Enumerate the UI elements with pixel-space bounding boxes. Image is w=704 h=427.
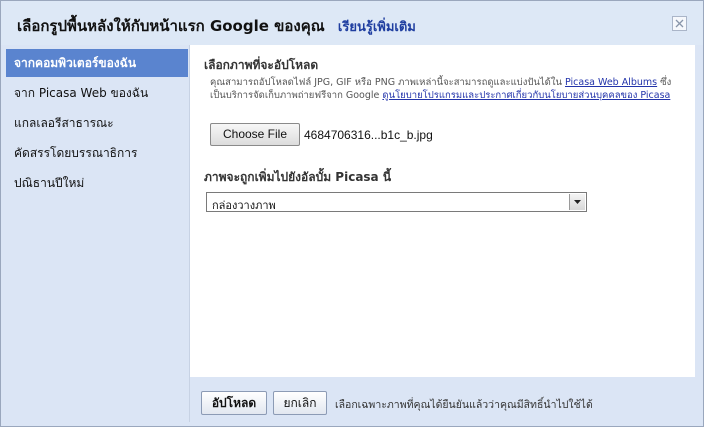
sidebar-item-picasa-web[interactable]: จาก Picasa Web ของฉัน xyxy=(6,79,188,107)
source-sidebar: จากคอมพิวเตอร์ของฉัน จาก Picasa Web ของฉ… xyxy=(6,45,188,422)
album-selected-value: กล่องวางภาพ xyxy=(212,199,276,212)
selected-file-name: 4684706316...b1c_b.jpg xyxy=(304,128,433,142)
picasa-web-albums-link[interactable]: Picasa Web Albums xyxy=(565,77,657,88)
sidebar-item-new-year-resolutions[interactable]: ปณิธานปีใหม่ xyxy=(6,169,188,197)
album-heading: ภาพจะถูกเพิ่มไปยังอัลบั้ม Picasa นี้ xyxy=(204,170,392,184)
sidebar-item-my-computer[interactable]: จากคอมพิวเตอร์ของฉัน xyxy=(6,49,188,77)
rights-note: เลือกเฉพาะภาพที่คุณได้ยืนยันแล้วว่าคุณมี… xyxy=(335,399,593,411)
background-picker-dialog: เลือกรูปพื้นหลังให้กับหน้าแรก Google ของ… xyxy=(0,0,704,427)
choose-file-button[interactable]: Choose File xyxy=(210,123,300,146)
cancel-button[interactable]: ยกเลิก xyxy=(273,391,327,415)
upload-heading: เลือกภาพที่จะอัปโหลด xyxy=(204,58,319,72)
dialog-titlebar: เลือกรูปพื้นหลังให้กับหน้าแรก Google ของ… xyxy=(1,1,703,45)
desc-text-1: คุณสามารถอัปโหลดไฟล์ JPG, GIF หรือ PNG ภ… xyxy=(210,77,562,88)
album-dropdown-button[interactable] xyxy=(569,194,585,210)
chevron-down-icon xyxy=(574,200,581,204)
close-icon xyxy=(675,19,684,28)
dialog-title-text: เลือกรูปพื้นหลังให้กับหน้าแรก Google ของ… xyxy=(17,17,325,35)
learn-more-link[interactable]: เรียนรู้เพิ่มเติม xyxy=(338,20,416,35)
sidebar-item-editors-picks[interactable]: คัดสรรโดยบรรณาธิการ xyxy=(6,139,188,167)
upload-description: คุณสามารถอัปโหลดไฟล์ JPG, GIF หรือ PNG ภ… xyxy=(210,77,682,102)
upload-button[interactable]: อัปโหลด xyxy=(201,391,267,415)
dialog-title: เลือกรูปพื้นหลังให้กับหน้าแรก Google ของ… xyxy=(17,14,416,38)
album-select[interactable]: กล่องวางภาพ xyxy=(206,192,587,212)
close-button[interactable] xyxy=(672,16,687,31)
sidebar-item-public-gallery[interactable]: แกลเลอรีสาธารณะ xyxy=(6,109,188,137)
upload-panel: เลือกภาพที่จะอัปโหลด คุณสามารถอัปโหลดไฟล… xyxy=(189,45,695,377)
picasa-policy-link[interactable]: ดูนโยบายโปรแกรมและประกาศเกี่ยวกับนโยบายส… xyxy=(382,90,670,101)
dialog-footer: อัปโหลด ยกเลิก เลือกเฉพาะภาพที่คุณได้ยืน… xyxy=(189,377,695,422)
